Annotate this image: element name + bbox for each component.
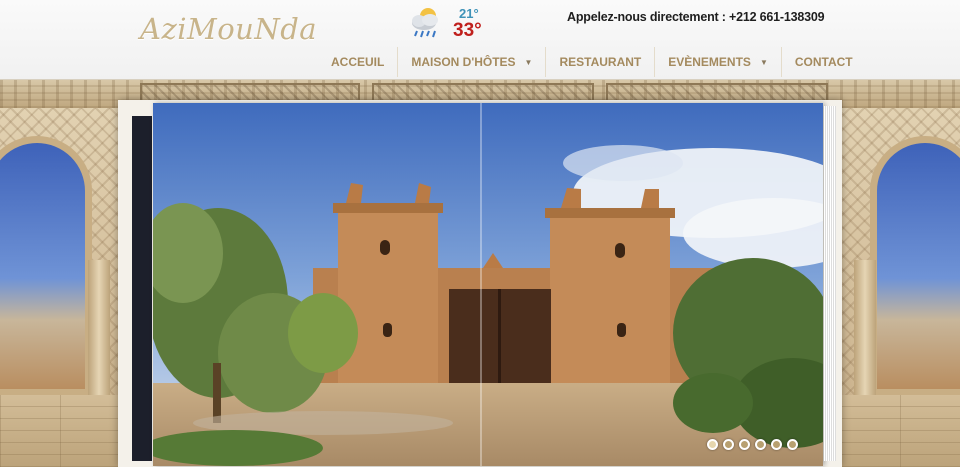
nav-item-contact[interactable]: CONTACT [780,47,866,77]
nav-item-label: ACCEUIL [331,55,385,69]
contact-phone: Appelez-nous directement : +212 661-1383… [567,10,825,24]
caret-down-icon: ▼ [524,58,533,67]
rain-cloud-icon [412,8,438,38]
main-nav: ACCEUIL MAISON D'HÔTES ▼ RESTAURANT EVÈNE… [318,47,866,77]
site-header: AziMouNda 21° 33° Appelez-nous directeme… [0,0,960,80]
temperature-high: 33° [453,20,482,41]
slideshow-pagination [707,439,798,450]
site-logo[interactable]: AziMouNda [140,12,317,46]
weather-widget: 21° 33° [408,4,498,41]
page-fold [480,103,482,466]
right-arch-window [870,136,960,396]
slide-dot-1[interactable] [707,439,718,450]
slide-dot-3[interactable] [739,439,750,450]
right-arch-column [854,260,876,400]
nav-item-label: CONTACT [794,55,853,69]
nav-item-accueil[interactable]: ACCEUIL [318,47,397,77]
slide-dot-5[interactable] [771,439,782,450]
book-page-edge [824,106,836,461]
slideshow-book [118,100,842,467]
nav-item-maison-d-hotes[interactable]: MAISON D'HÔTES ▼ [397,47,545,77]
left-arch-column [88,260,110,400]
nav-item-restaurant[interactable]: RESTAURANT [545,47,654,77]
temperature-low: 21° [459,6,479,21]
nav-item-label: EVÈNEMENTS [668,55,751,69]
hero-scene [0,80,960,467]
nav-item-evenements[interactable]: EVÈNEMENTS ▼ [654,47,781,77]
left-arch-window [0,136,92,396]
slide-dot-2[interactable] [723,439,734,450]
slide-dot-6[interactable] [787,439,798,450]
book-spine [132,116,152,461]
kasbah-photo [153,103,823,466]
caret-down-icon: ▼ [759,58,768,67]
slide-dot-4[interactable] [755,439,766,450]
nav-item-label: RESTAURANT [559,55,642,69]
slide-image[interactable] [153,103,823,466]
nav-item-label: MAISON D'HÔTES [411,55,516,69]
